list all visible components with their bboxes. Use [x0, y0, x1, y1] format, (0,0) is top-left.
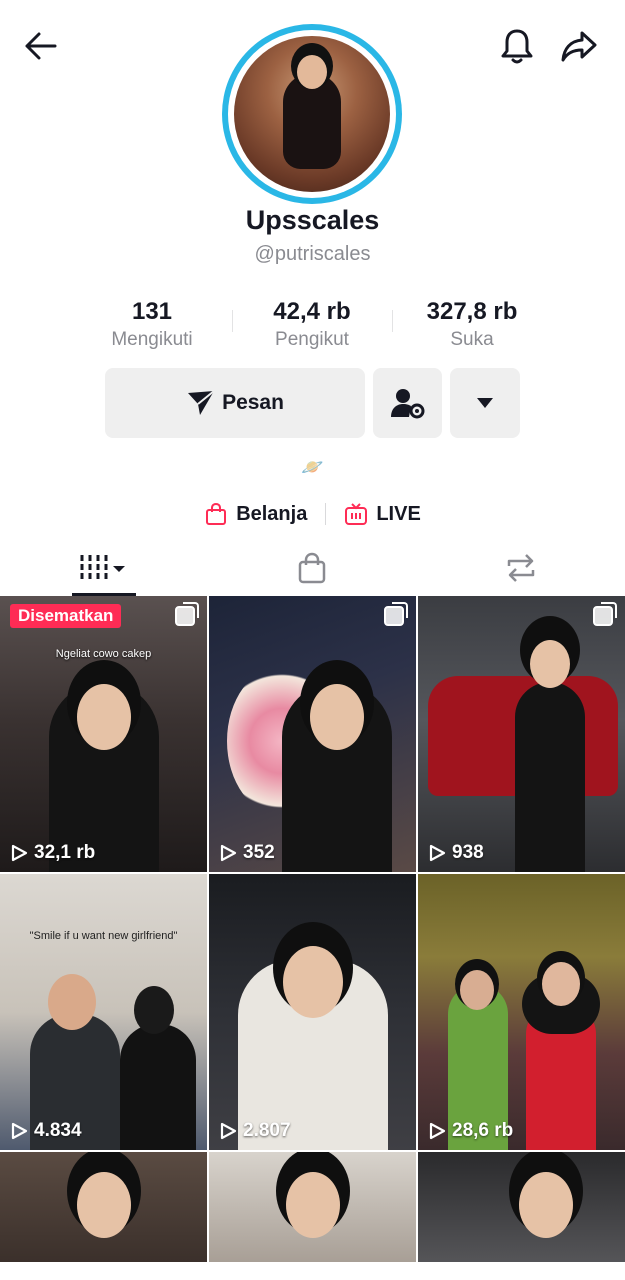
link-divider	[325, 503, 327, 525]
shop-link-label: Belanja	[236, 502, 308, 525]
shop-link[interactable]: Belanja	[204, 502, 307, 526]
video-thumbnail[interactable]	[0, 1152, 207, 1262]
repost-icon	[507, 554, 535, 582]
shopping-bag-icon	[206, 502, 227, 525]
video-thumbnail[interactable]: "Smile if u want new girlfriend" 4.834	[0, 874, 207, 1150]
send-icon	[188, 390, 215, 415]
video-thumbnail[interactable]	[418, 1152, 625, 1262]
play-icon	[11, 844, 28, 862]
video-thumbnail[interactable]: 2.807	[209, 874, 416, 1150]
message-button-label: Pesan	[222, 391, 284, 414]
video-grid: Disematkan Ngeliat cowo cakep 32,1 rb 35…	[0, 596, 625, 1262]
live-tv-icon	[345, 503, 368, 525]
profile-tabs	[0, 540, 625, 596]
view-count: 28,6 rb	[428, 1120, 513, 1142]
user-gear-icon	[390, 389, 424, 419]
stat-followers-label: Pengikut	[275, 329, 349, 350]
play-icon	[220, 1122, 237, 1140]
profile-actions: Pesan	[105, 368, 520, 438]
stat-followers[interactable]: 42,4 rb Pengikut	[232, 296, 392, 356]
pinned-badge: Disematkan	[10, 604, 122, 628]
bell-icon[interactable]	[494, 24, 540, 68]
bio-planet-emoji: 🪐	[301, 457, 324, 477]
view-count: 938	[428, 842, 484, 864]
shopping-bag-icon	[299, 552, 326, 584]
video-thumbnail[interactable]: 28,6 rb	[418, 874, 625, 1150]
video-thumbnail[interactable]: 938	[418, 596, 625, 872]
stat-likes-label: Suka	[450, 329, 494, 350]
live-link-label: LIVE	[376, 502, 421, 525]
more-options-button[interactable]	[450, 368, 520, 438]
view-count: 2.807	[219, 1120, 291, 1142]
play-icon	[429, 1122, 446, 1140]
username-handle: @putriscales	[254, 243, 371, 265]
tab-videos[interactable]	[0, 540, 208, 596]
video-thumbnail[interactable]: 352	[209, 596, 416, 872]
message-button[interactable]: Pesan	[105, 368, 365, 438]
video-caption-overlay: Ngeliat cowo cakep	[55, 648, 152, 660]
add-friend-settings-button[interactable]	[373, 368, 442, 438]
stat-following-label: Mengikuti	[111, 329, 193, 350]
view-count: 352	[219, 842, 275, 864]
avatar-photo	[234, 36, 390, 192]
stat-following-count: 131	[131, 298, 173, 325]
stat-likes[interactable]: 327,8 rb Suka	[392, 296, 552, 356]
back-arrow-icon[interactable]	[18, 26, 64, 66]
view-count: 32,1 rb	[10, 842, 95, 864]
tab-shop[interactable]	[208, 540, 416, 596]
multi-photo-icon	[593, 602, 617, 626]
play-icon	[429, 844, 446, 862]
video-grid-sort-icon	[80, 555, 126, 581]
view-count: 4.834	[10, 1120, 82, 1142]
live-link[interactable]: LIVE	[344, 502, 421, 526]
stat-following[interactable]: 131 Mengikuti	[72, 296, 232, 356]
tab-reposts[interactable]	[417, 540, 625, 596]
share-icon[interactable]	[556, 24, 602, 68]
profile-stats: 131 Mengikuti 42,4 rb Pengikut 327,8 rb …	[72, 296, 552, 356]
stat-likes-count: 327,8 rb	[426, 298, 518, 325]
multi-photo-icon	[384, 602, 408, 626]
display-name: Upsscales	[245, 205, 380, 235]
caret-down-icon	[477, 398, 493, 408]
video-caption-overlay: "Smile if u want new girlfriend"	[29, 930, 178, 942]
play-icon	[220, 844, 237, 862]
video-thumbnail[interactable]	[209, 1152, 416, 1262]
video-thumbnail[interactable]: Disematkan Ngeliat cowo cakep 32,1 rb	[0, 596, 207, 872]
avatar[interactable]	[222, 24, 402, 204]
stat-followers-count: 42,4 rb	[273, 298, 351, 325]
multi-photo-icon	[175, 602, 199, 626]
play-icon	[11, 1122, 28, 1140]
profile-links: Belanja LIVE	[0, 502, 625, 526]
